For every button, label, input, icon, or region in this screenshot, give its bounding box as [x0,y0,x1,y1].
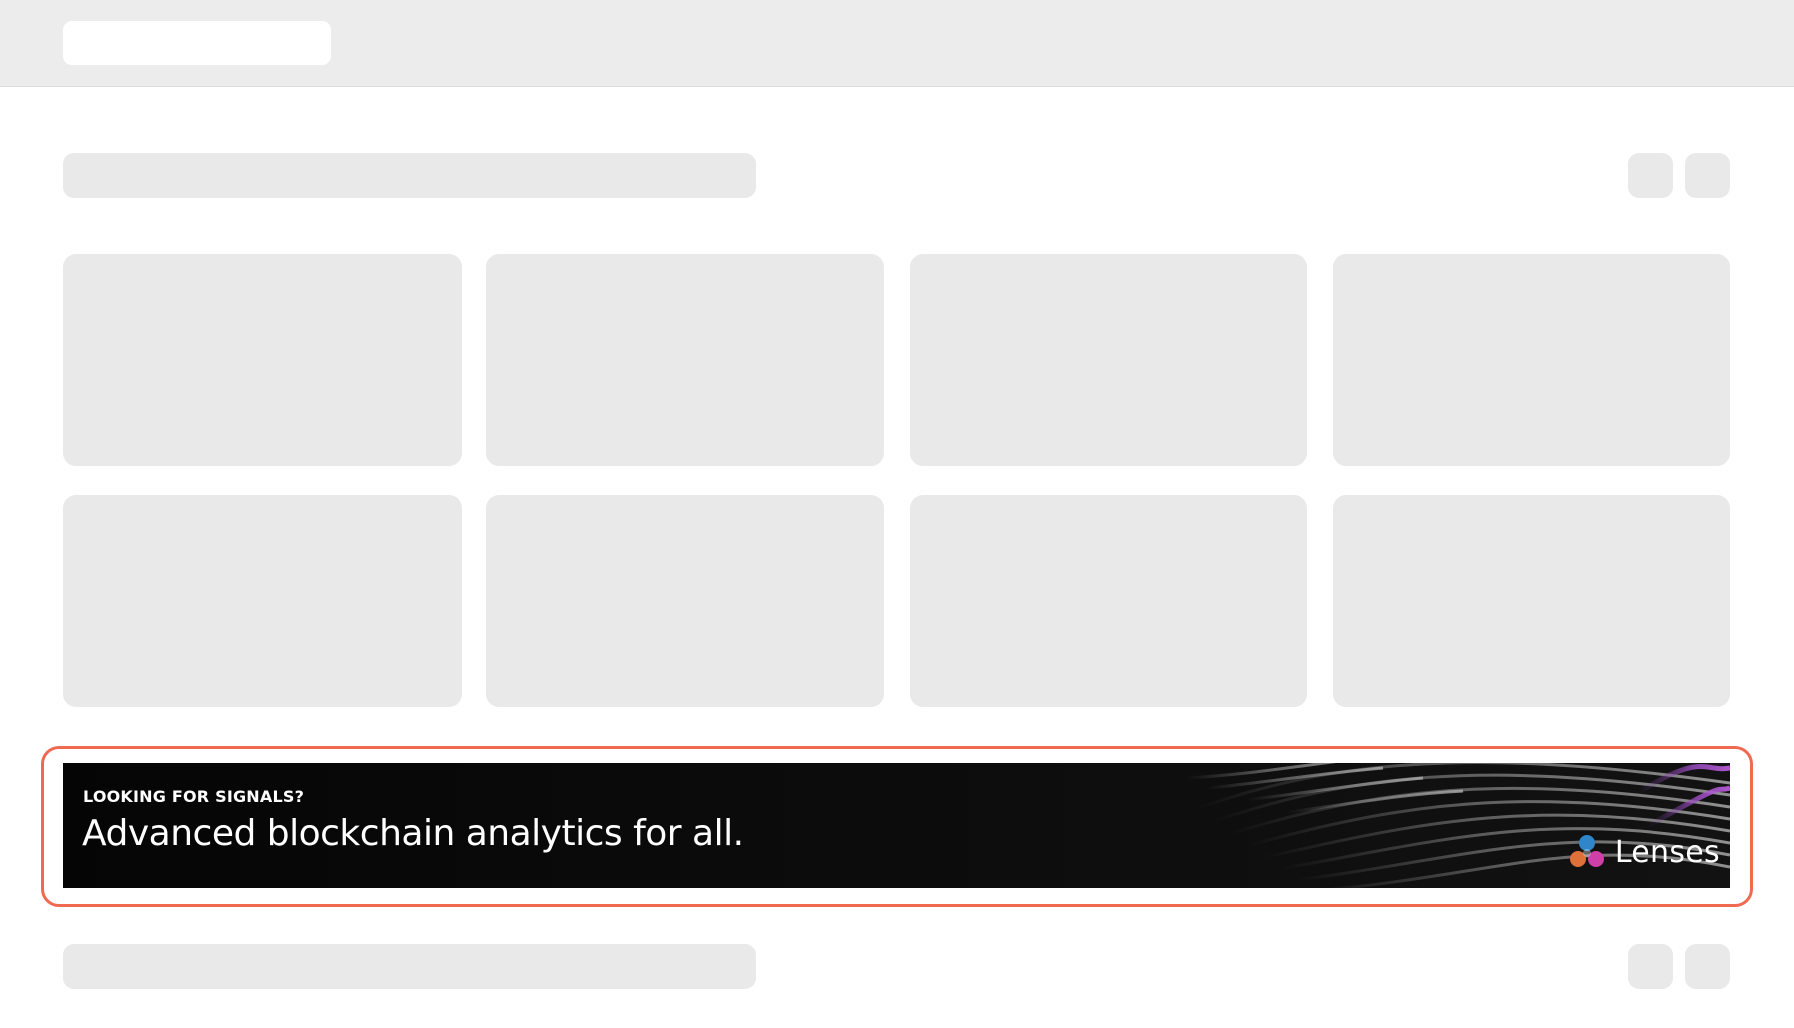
card-placeholder [910,254,1307,466]
ad-eyebrow-text: LOOKING FOR SIGNALS? [83,787,305,806]
next-button-placeholder [1685,944,1730,989]
card-placeholder [63,254,462,466]
card-placeholder [910,495,1307,707]
card-placeholder [486,495,884,707]
ad-headline: Advanced blockchain analytics for all. [82,813,744,854]
ad-brand-name: Lenses [1614,834,1720,870]
card-placeholder [486,254,884,466]
card-placeholder [1333,495,1730,707]
prev-button-placeholder [1628,153,1673,198]
section-title-placeholder [63,153,756,198]
card-placeholder [1333,254,1730,466]
card-placeholder [63,495,462,707]
ad-banner[interactable]: LOOKING FOR SIGNALS? Advanced blockchain… [63,763,1730,888]
next-button-placeholder [1685,153,1730,198]
section-title-placeholder [63,944,756,989]
prev-button-placeholder [1628,944,1673,989]
ad-brand: Lenses [1567,832,1720,872]
lenses-logo-icon [1569,835,1604,867]
logo-placeholder [63,21,331,65]
top-bar [0,0,1794,87]
